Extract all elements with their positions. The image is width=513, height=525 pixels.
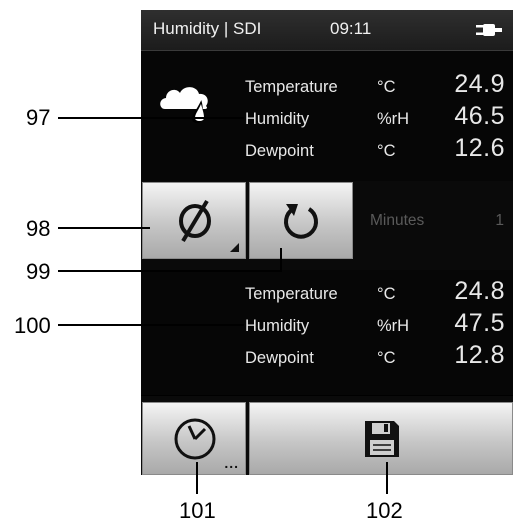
- floppy-disk-icon: [363, 419, 401, 464]
- row-label: Dewpoint: [245, 349, 314, 367]
- refresh-button[interactable]: [249, 182, 353, 259]
- row-unit: °C: [377, 285, 396, 303]
- figure: Humidity | SDI 09:11 Temperature °C 24.9…: [0, 0, 513, 525]
- callout-98: 98: [26, 216, 51, 241]
- row-value: 12.6: [454, 134, 505, 162]
- device-screen: Humidity | SDI 09:11 Temperature °C 24.9…: [141, 10, 513, 475]
- leader-line-99-vertical: [280, 248, 282, 272]
- refresh-icon: [281, 200, 323, 247]
- row-label: Humidity: [245, 110, 310, 128]
- current-temperature-row: Temperature °C 24.9: [141, 68, 513, 102]
- reference-dewpoint-row: Dewpoint °C 12.8: [141, 339, 513, 373]
- row-unit: °C: [377, 142, 396, 160]
- row-unit: %rH: [377, 317, 410, 335]
- null-button[interactable]: [142, 182, 246, 259]
- row-label: Temperature: [245, 285, 338, 303]
- callout-101: 101: [179, 498, 216, 523]
- leader-line-97: [58, 117, 244, 119]
- leader-line-102: [386, 462, 388, 494]
- control-strip: Minutes 1: [141, 181, 513, 270]
- current-readings-panel: Temperature °C 24.9 Humidity %rH 46.5 De…: [141, 51, 513, 181]
- row-value: 24.8: [454, 277, 505, 305]
- row-label: Dewpoint: [245, 142, 314, 160]
- callout-102: 102: [366, 498, 403, 523]
- save-button[interactable]: [249, 402, 513, 475]
- row-label: Temperature: [245, 78, 338, 96]
- row-unit: °C: [377, 78, 396, 96]
- callout-97: 97: [26, 105, 51, 130]
- leader-line-99: [58, 270, 282, 272]
- timer-button[interactable]: ...: [142, 402, 246, 475]
- callout-99: 99: [26, 259, 51, 284]
- row-unit: °C: [377, 349, 396, 367]
- dropdown-corner-icon: [230, 243, 239, 252]
- leader-line-101: [196, 462, 198, 494]
- leader-line-98: [58, 227, 150, 229]
- clock-time: 09:11: [330, 19, 372, 38]
- row-label: Humidity: [245, 317, 310, 335]
- empty-set-icon: [173, 198, 217, 249]
- row-value: 12.8: [454, 341, 505, 369]
- reference-readings-panel: Temperature °C 24.8 Humidity %rH 47.5 De…: [141, 270, 513, 395]
- reference-temperature-row: Temperature °C 24.8: [141, 275, 513, 309]
- row-unit: %rH: [377, 110, 410, 128]
- row-value: 46.5: [454, 102, 505, 130]
- row-value: 24.9: [454, 70, 505, 98]
- callout-100: 100: [14, 313, 51, 338]
- row-value: 47.5: [454, 309, 505, 337]
- clock-icon: [171, 415, 219, 468]
- app-title: Humidity | SDI: [153, 19, 262, 38]
- current-dewpoint-row: Dewpoint °C 12.6: [141, 132, 513, 166]
- plug-icon: [474, 21, 502, 44]
- minutes-value: 1: [495, 212, 504, 229]
- minutes-label: Minutes: [370, 212, 425, 229]
- status-bar: Humidity | SDI 09:11: [141, 10, 513, 51]
- more-indicator: ...: [224, 455, 239, 471]
- leader-line-100: [58, 324, 244, 326]
